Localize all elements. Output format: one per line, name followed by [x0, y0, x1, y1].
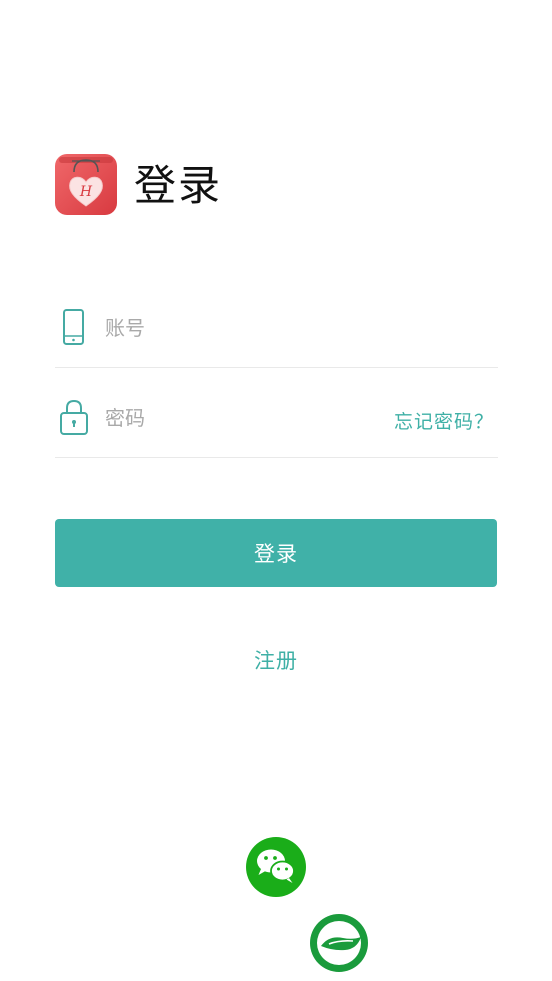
page-title: 登录: [134, 161, 223, 210]
logo-letter: H: [79, 184, 93, 200]
other-login-button[interactable]: [309, 913, 369, 973]
forgot-password-link[interactable]: 忘记密码？: [394, 407, 494, 434]
wechat-icon: [246, 837, 306, 897]
login-button[interactable]: 登录: [55, 519, 497, 587]
app-logo-icon: H: [55, 154, 117, 215]
password-field-row: 忘记密码？: [55, 367, 498, 458]
phone-icon: [57, 307, 89, 347]
account-input[interactable]: [105, 313, 385, 343]
lock-icon: [57, 397, 89, 437]
account-field-row: [55, 277, 498, 368]
leaf-g-icon: [310, 914, 368, 972]
wechat-login-button[interactable]: [246, 837, 306, 897]
register-link[interactable]: 注册: [0, 645, 552, 675]
password-input[interactable]: [105, 403, 385, 433]
